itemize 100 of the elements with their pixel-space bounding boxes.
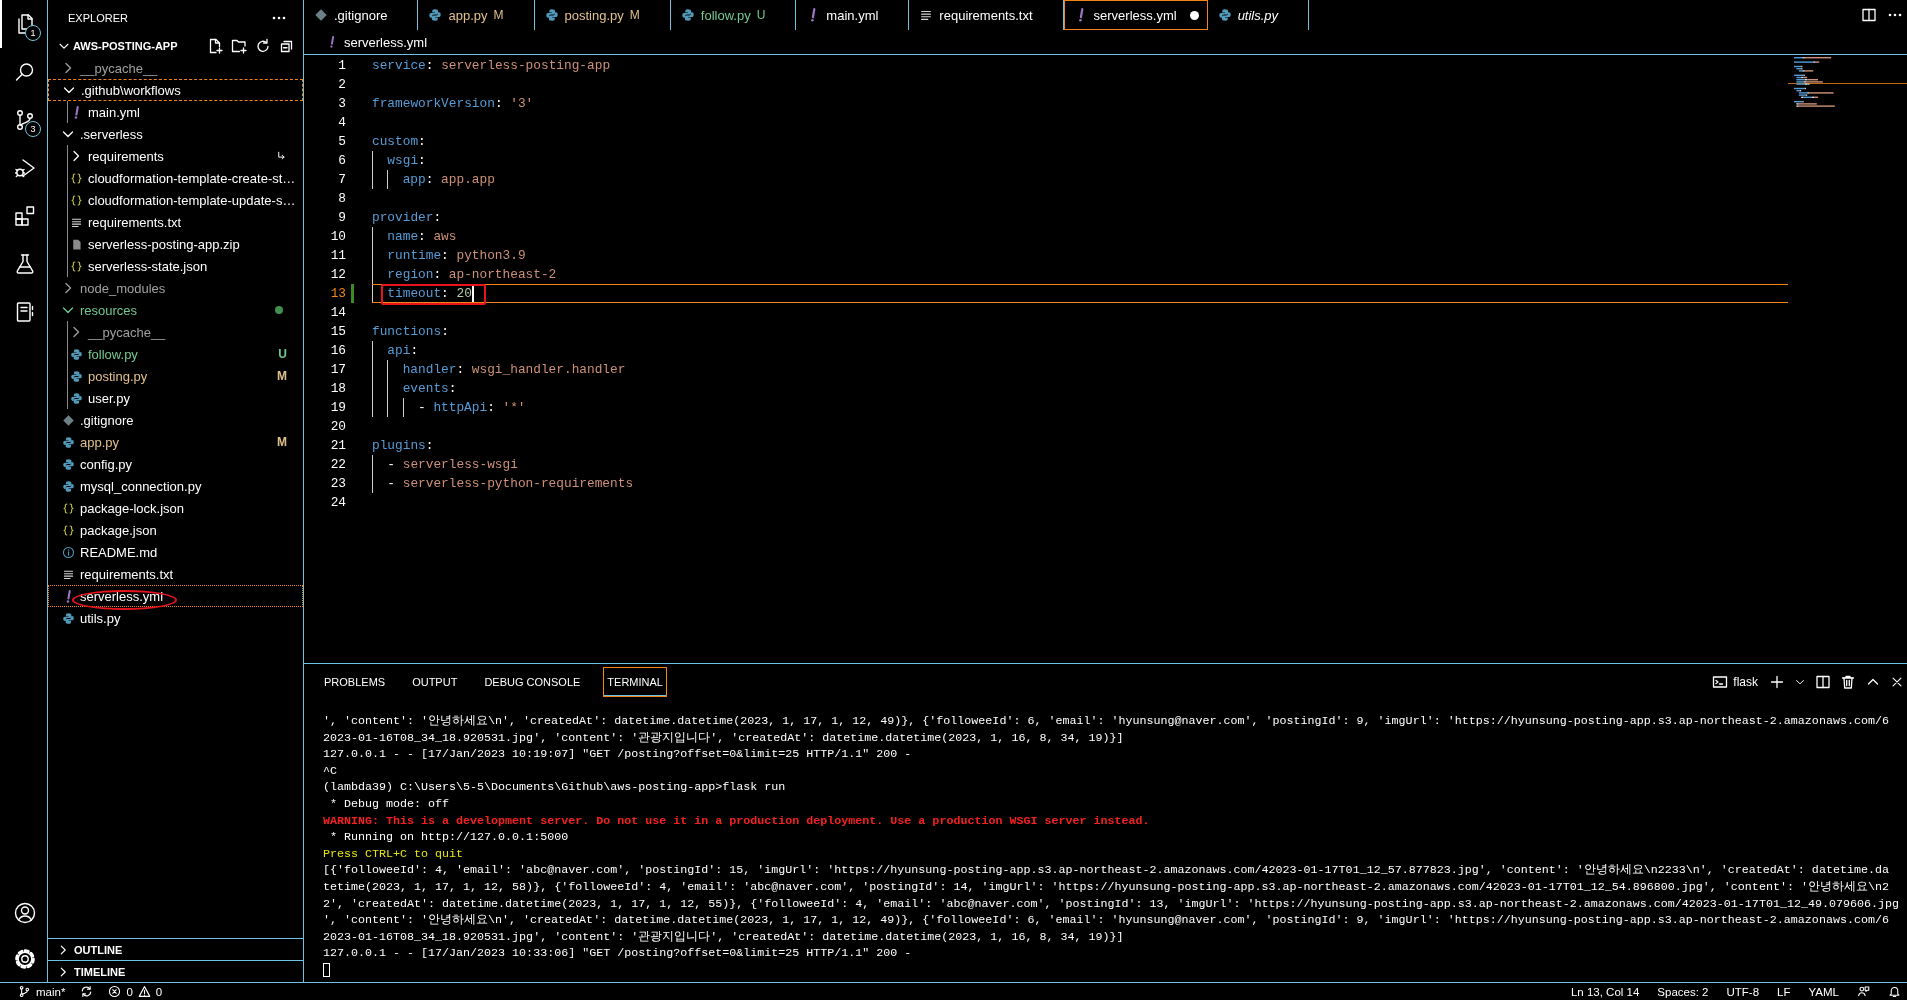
file-tree-item[interactable]: mysql_connection.py	[48, 475, 303, 497]
file-tree-item[interactable]: README.md	[48, 541, 303, 563]
git-status-letter: U	[278, 347, 287, 361]
line-number: 21	[329, 437, 346, 455]
split-terminal-icon[interactable]	[1815, 673, 1831, 690]
split-editor-icon[interactable]	[1861, 7, 1877, 23]
more-icon[interactable]	[271, 14, 287, 21]
file-tree-item[interactable]: app.py M	[48, 431, 303, 453]
file-tree-item[interactable]: __pycache__	[48, 321, 303, 343]
panel-tab[interactable]: TERMINAL	[603, 666, 667, 697]
line-number: 8	[337, 190, 346, 208]
account-icon	[12, 901, 37, 925]
line-number: 4	[337, 114, 346, 132]
file-tree-item[interactable]: .github\workflows	[48, 79, 303, 101]
file-tree-item[interactable]: package.json	[48, 519, 303, 541]
section-title[interactable]: TIMELINE	[74, 965, 126, 978]
notification-badge: 3	[25, 121, 41, 137]
warning-count[interactable]: 0	[155, 985, 163, 998]
terminal-line: ', 'content': '안녕하세요\n', 'createdAt': datetime.datetime(2023, 1, 17, 1, 12, 49)}, {'followeeId': 6, 'email': 'hyunsung@naver.com', 'postingId': 9, 'imgUrl': 'https://hyunsung-posting-app.s3.ap-northeast-2.amazonaws.com/6	[323, 713, 1889, 730]
file-tree-item[interactable]: serverless.yml	[48, 585, 303, 607]
code-line: frameworkVersion: '3'	[372, 95, 534, 112]
terminal-line: 2', 'createdAt': datetime.datetime(2023, 1, 17, 1, 12, 55)}, {'followeeId': 4, 'email': 'abc@naver.com', 'postingId': 13, 'imgUrl': 'https://hyunsung-posting-app.s3.ap-northeast-2.amazonaws.com/42023-01-17T01_12_49.079606.jpg	[323, 895, 1899, 913]
more-icon[interactable]	[1887, 12, 1903, 18]
section-title[interactable]: OUTLINE	[74, 943, 123, 956]
line-number: 9	[337, 209, 346, 227]
code-line: runtime: python3.9	[387, 247, 526, 264]
trash-icon[interactable]	[1840, 673, 1856, 690]
branch-icon[interactable]	[18, 985, 31, 998]
status-bar-item[interactable]: Ln 13, Col 14	[1570, 985, 1640, 998]
blocks-icon	[12, 204, 37, 228]
code-line: events:	[402, 380, 457, 397]
file-tree-item[interactable]: node_modules	[48, 277, 303, 299]
branch-name[interactable]: main*	[36, 985, 66, 998]
settings-icon	[12, 947, 37, 971]
new-file-icon[interactable]	[207, 38, 223, 54]
file-tree-item[interactable]: posting.py M	[48, 365, 303, 387]
bell-icon[interactable]	[1888, 985, 1901, 998]
editor-tab[interactable]: serverless.yml	[1063, 0, 1208, 30]
line-number: 3	[337, 95, 346, 113]
editor-tab[interactable]: requirements.txt	[909, 0, 1064, 30]
terminal-line: [{'followeeId': 4, 'email': 'abc@naver.com', 'postingId': 15, 'imgUrl': 'https://hyunsung-posting-app.s3.ap-northeast-2.amazonaws.com/42023-01-17T01_12_57.877823.jpg', 'content': '안녕하세요\n2233\n', 'createdAt': datetime.da	[323, 862, 1889, 879]
python-file-icon	[62, 435, 75, 449]
editor-tab[interactable]: utils.py	[1207, 0, 1310, 30]
code-line: region: ap-northeast-2	[387, 266, 557, 283]
file-tree-item[interactable]: serverless-state.json	[48, 255, 303, 277]
braces-icon	[70, 193, 83, 207]
status-bar-item[interactable]: Spaces: 2	[1657, 985, 1709, 998]
breadcrumb-item[interactable]: serverless.yml	[344, 34, 428, 50]
status-bar-item[interactable]: YAML	[1808, 985, 1839, 998]
file-tree-item[interactable]: package-lock.json	[48, 497, 303, 519]
activity-bar-button[interactable]: 3	[0, 96, 47, 144]
line-number: 5	[337, 133, 346, 151]
file-tree-item[interactable]: requirements.txt	[48, 563, 303, 585]
file-tree-item[interactable]: user.py	[48, 387, 303, 409]
refresh-icon[interactable]	[255, 38, 271, 54]
terminal-line: 127.0.0.1 - - [17/Jan/2023 10:19:07] "GET /posting?offset=0&limit=25 HTTP/1.1" 200 -	[323, 746, 912, 763]
new-folder-icon[interactable]	[231, 38, 247, 54]
feedback-icon[interactable]	[1857, 985, 1870, 998]
file-tree-item[interactable]: main.yml	[48, 101, 303, 123]
editor-tab[interactable]: app.py M	[418, 0, 535, 30]
status-bar-item[interactable]: LF	[1777, 985, 1791, 998]
panel-tab[interactable]: OUTPUT	[408, 666, 462, 697]
file-tree-item[interactable]: utils.py	[48, 607, 303, 629]
file-tree-item[interactable]: config.py	[48, 453, 303, 475]
editor-tab[interactable]: .gitignore	[304, 0, 419, 30]
panel-tab[interactable]: DEBUG CONSOLE	[480, 666, 585, 697]
terminal-name[interactable]: flask	[1733, 674, 1758, 689]
sync-icon[interactable]	[80, 985, 94, 998]
editor-tab[interactable]: follow.py U	[670, 0, 797, 30]
file-tree-item[interactable]: cloudformation-template-update-s…	[48, 189, 303, 211]
file-tree-item[interactable]: __pycache__	[48, 57, 303, 79]
status-bar-item[interactable]: UTF-8	[1726, 985, 1760, 998]
code-line: - serverless-wsgi	[387, 456, 518, 473]
braces-icon	[70, 171, 83, 185]
collapse-icon[interactable]	[279, 38, 295, 54]
code-line: custom:	[372, 133, 426, 150]
activity-bar-button[interactable]: 1	[0, 0, 47, 48]
file-tree-item[interactable]: serverless-posting-app.zip	[48, 233, 303, 255]
panel-tab[interactable]: PROBLEMS	[320, 666, 390, 697]
file-tree-item[interactable]: .gitignore	[48, 409, 303, 431]
file-tree-item[interactable]: requirements.txt	[48, 211, 303, 233]
file-tree-item[interactable]: follow.py U	[48, 343, 303, 365]
code-line: - serverless-python-requirements	[387, 475, 634, 492]
terminal-line: tetime(2023, 1, 17, 1, 12, 58)}, {'followeeId': 4, 'email': 'abc@naver.com', 'postingId': 14, 'imgUrl': 'https://hyunsung-posting-app.s3.ap-northeast-2.amazonaws.com/42023-01-17T01_12_54.896800.jpg', 'content': '안녕하세요\n2	[323, 878, 1889, 896]
file-tree-item[interactable]: cloudformation-template-create-st…	[48, 167, 303, 189]
file-tree-item[interactable]: requirements	[48, 145, 303, 167]
file-tree-item[interactable]: resources	[48, 299, 303, 321]
editor-tab[interactable]: main.yml	[796, 0, 910, 30]
error-icon[interactable]	[108, 985, 122, 998]
git-status-letter: U	[756, 8, 766, 22]
file-tree-item[interactable]: .serverless	[48, 123, 303, 145]
error-count[interactable]: 0	[126, 985, 133, 998]
info-icon	[62, 545, 75, 559]
plus-icon[interactable]	[1769, 673, 1785, 690]
section-title[interactable]: AWS-POSTING-APP	[73, 40, 178, 52]
editor-tab[interactable]: posting.py M	[534, 0, 671, 30]
python-file-icon	[428, 8, 443, 22]
terminal-icon[interactable]	[1712, 673, 1729, 690]
line-number: 6	[337, 152, 346, 170]
warning-icon[interactable]	[137, 985, 151, 998]
